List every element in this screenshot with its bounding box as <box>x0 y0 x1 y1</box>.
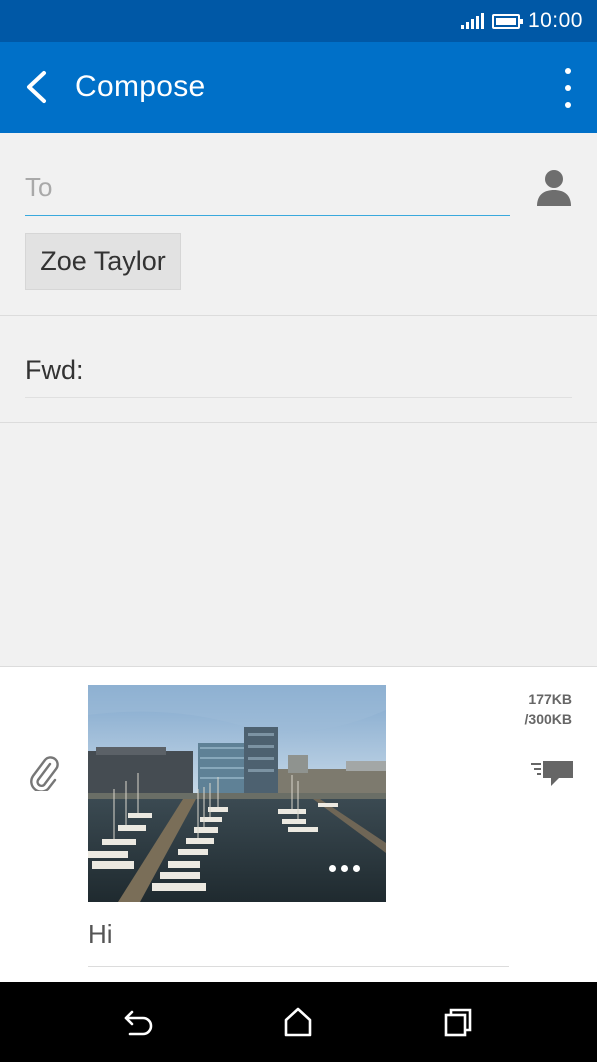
message-body-underline <box>88 966 509 967</box>
more-horizontal-icon[interactable] <box>329 865 360 872</box>
subject-field[interactable]: Fwd: <box>25 355 84 386</box>
divider <box>0 315 597 316</box>
back-icon <box>124 1010 153 1036</box>
attachment-thumbnail[interactable] <box>88 685 386 902</box>
back-button[interactable] <box>14 64 60 110</box>
app-bar: Compose <box>0 42 597 133</box>
subject-underline <box>25 397 572 398</box>
attach-button[interactable] <box>28 755 60 793</box>
compose-panel: 177KB /300KB Hi <box>0 666 597 982</box>
recipient-chip[interactable]: Zoe Taylor <box>25 233 181 290</box>
signal-icon <box>460 13 484 29</box>
overflow-menu-button[interactable] <box>563 68 573 108</box>
nav-home-button[interactable] <box>280 1004 316 1040</box>
overflow-menu-icon <box>565 68 571 74</box>
message-body[interactable]: Hi <box>88 919 113 950</box>
contact-picker-button[interactable] <box>533 166 577 210</box>
person-icon <box>537 170 571 206</box>
nav-back-button[interactable] <box>121 1004 157 1040</box>
divider <box>0 422 597 423</box>
size-limit: /300KB <box>524 711 572 727</box>
paperclip-icon <box>30 756 59 793</box>
nav-recents-button[interactable] <box>440 1004 476 1040</box>
navigation-bar <box>0 982 597 1062</box>
size-used: 177KB <box>528 691 572 707</box>
chevron-left-icon <box>27 71 46 103</box>
page-title: Compose <box>75 70 206 103</box>
to-field-underline <box>25 215 510 216</box>
to-field[interactable]: To <box>25 172 52 203</box>
recents-icon <box>444 1008 472 1037</box>
battery-icon <box>491 13 523 29</box>
attachment-size: 177KB /300KB <box>525 689 572 729</box>
quick-text-button[interactable] <box>531 757 573 789</box>
quick-text-icon <box>531 761 573 786</box>
clock: 10:00 <box>527 9 583 32</box>
status-bar: 10:00 <box>0 0 597 42</box>
home-icon <box>284 1007 312 1037</box>
